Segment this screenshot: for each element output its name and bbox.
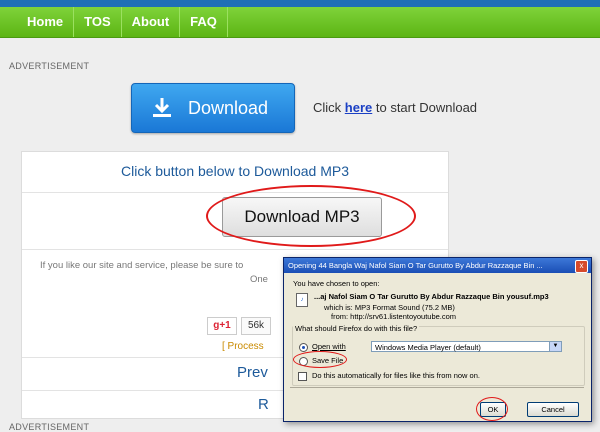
which-is: which is: MP3 Format Sound (75.2 MB) xyxy=(324,303,455,312)
open-with-app: Windows Media Player (default) xyxy=(375,343,481,352)
cancel-button[interactable]: Cancel xyxy=(527,402,579,417)
open-with-select[interactable]: Windows Media Player (default) ▼ xyxy=(371,341,562,352)
nav-home[interactable]: Home xyxy=(0,7,75,37)
open-with-label: Open with xyxy=(312,342,346,351)
click-here-prompt: Click here to start Download xyxy=(313,100,478,115)
annotation-circle-ok xyxy=(476,397,508,421)
dialog-title: Opening 44 Bangla Waj Nafol Siam O Tar G… xyxy=(288,261,543,270)
dialog-title-bar: Opening 44 Bangla Waj Nafol Siam O Tar G… xyxy=(284,258,591,273)
process-text: [ Process xyxy=(222,341,264,352)
chevron-down-icon: ▼ xyxy=(549,342,561,351)
download-icon xyxy=(153,98,171,117)
share-text: If you like our site and service, please… xyxy=(40,260,244,271)
filename: ...aj Nafol Siam O Tar Gurutto By Abdur … xyxy=(314,292,549,301)
annotation-circle-mp3 xyxy=(206,185,416,247)
from-url: from: http://srv61.listentoyoutube.com xyxy=(331,312,457,321)
gplus-button[interactable]: g+1 xyxy=(207,317,237,335)
prev-link[interactable]: Prev xyxy=(237,364,268,381)
open-with-radio[interactable] xyxy=(299,343,308,352)
chosen-label: You have chosen to open: xyxy=(293,279,380,288)
auto-label: Do this automatically for files like thi… xyxy=(312,371,480,380)
download-button[interactable]: Download xyxy=(131,83,295,133)
nav-tos[interactable]: TOS xyxy=(74,7,122,37)
question-label: What should Firefox do with this file? xyxy=(293,324,420,333)
share-text-2: One xyxy=(250,274,268,285)
ad-label-top: ADVERTISEMENT xyxy=(9,61,90,71)
auto-checkbox[interactable] xyxy=(298,372,307,381)
download-button-label: Download xyxy=(188,97,269,118)
nav-about[interactable]: About xyxy=(122,7,181,37)
gplus-count: 56k xyxy=(241,317,271,335)
file-icon: ♪ xyxy=(296,293,308,307)
close-icon[interactable]: x xyxy=(575,260,588,273)
here-link[interactable]: here xyxy=(345,100,372,115)
re-link[interactable]: R xyxy=(258,396,269,413)
nav-faq[interactable]: FAQ xyxy=(180,7,228,37)
top-stripe xyxy=(0,0,600,7)
firefox-open-dialog: Opening 44 Bangla Waj Nafol Siam O Tar G… xyxy=(283,257,592,422)
dialog-separator xyxy=(290,387,584,388)
ad-label-bottom: ADVERTISEMENT xyxy=(9,422,90,432)
top-nav: Home TOS About FAQ xyxy=(0,7,600,38)
annotation-circle-save xyxy=(293,351,347,368)
panel-header: Click button below to Download MP3 xyxy=(22,152,448,193)
